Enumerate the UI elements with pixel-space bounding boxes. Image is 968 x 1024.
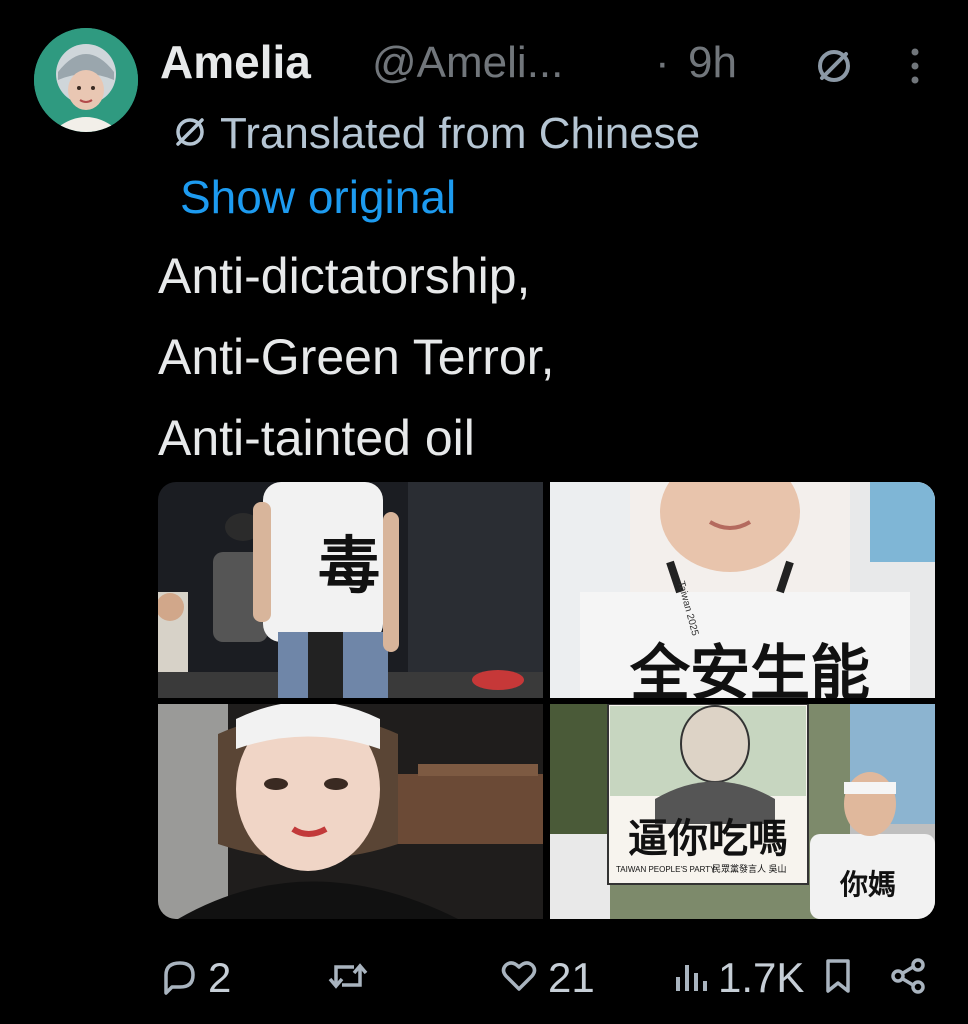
show-original-link[interactable]: Show original (180, 170, 456, 224)
more-options-icon[interactable] (898, 44, 932, 88)
media-photo-3[interactable] (158, 704, 543, 919)
like-count: 21 (548, 954, 595, 1001)
timestamp[interactable]: 9h (688, 38, 737, 88)
share-icon (888, 955, 930, 1002)
translation-label: Translated from Chinese (170, 108, 700, 160)
shirt-text: 你媽 (839, 868, 896, 901)
views-count: 1.7K (718, 954, 805, 1001)
tweet-body: Anti-dictatorship, Anti-Green Terror, An… (158, 236, 554, 479)
views-button[interactable]: 1.7K (670, 946, 804, 1010)
author-avatar[interactable] (34, 28, 138, 132)
bookmark-icon (820, 955, 856, 1002)
poster-main-text: 逼你吃嗎 (628, 816, 788, 862)
tweet-line: Anti-Green Terror, (158, 329, 555, 385)
media-photo-4[interactable]: 逼你吃嗎 TAIWAN PEOPLE'S PARTY 民眾黨發言人 吳山 你媽 (550, 704, 935, 919)
bookmark-button[interactable] (820, 946, 856, 1010)
shirt-glyph: 毒 (318, 529, 380, 602)
translate-icon (170, 112, 210, 157)
poster-speaker-text: 民眾黨發言人 吳山 (712, 863, 787, 874)
views-chart-icon (670, 955, 710, 1002)
action-bar: 2 21 1.7K (158, 946, 948, 1010)
share-button[interactable] (888, 946, 930, 1010)
heart-icon (498, 955, 540, 1002)
reply-count: 2 (208, 954, 232, 1001)
repost-button[interactable] (326, 946, 378, 1010)
media-photo-2[interactable]: Taiwan 2025 全安生能 (550, 482, 935, 698)
repost-icon (326, 955, 370, 1002)
translate-globe-icon[interactable] (812, 44, 856, 88)
author-handle[interactable]: @Ameli... (372, 38, 563, 88)
tweet-line: Anti-tainted oil (158, 410, 475, 466)
media-photo-1[interactable]: 毒 (158, 482, 543, 698)
reply-button[interactable]: 2 (158, 946, 231, 1010)
poster-party-text: TAIWAN PEOPLE'S PARTY (616, 865, 716, 874)
translated-from-text: Translated from Chinese (220, 109, 701, 158)
tweet-header: Amelia @Ameli... · 9h (160, 30, 948, 100)
separator-dot: · (655, 38, 670, 87)
reply-icon (158, 955, 200, 1002)
media-grid: 毒 Taiwan 2025 全安生能 逼你吃嗎 TAIWAN PEOPLE'S … (158, 482, 935, 919)
sign-text: 全安生能 (629, 639, 870, 698)
tweet-line: Anti-dictatorship, (158, 248, 531, 304)
author-name[interactable]: Amelia (160, 35, 311, 89)
grid-divider (158, 698, 935, 704)
like-button[interactable]: 21 (498, 946, 595, 1010)
